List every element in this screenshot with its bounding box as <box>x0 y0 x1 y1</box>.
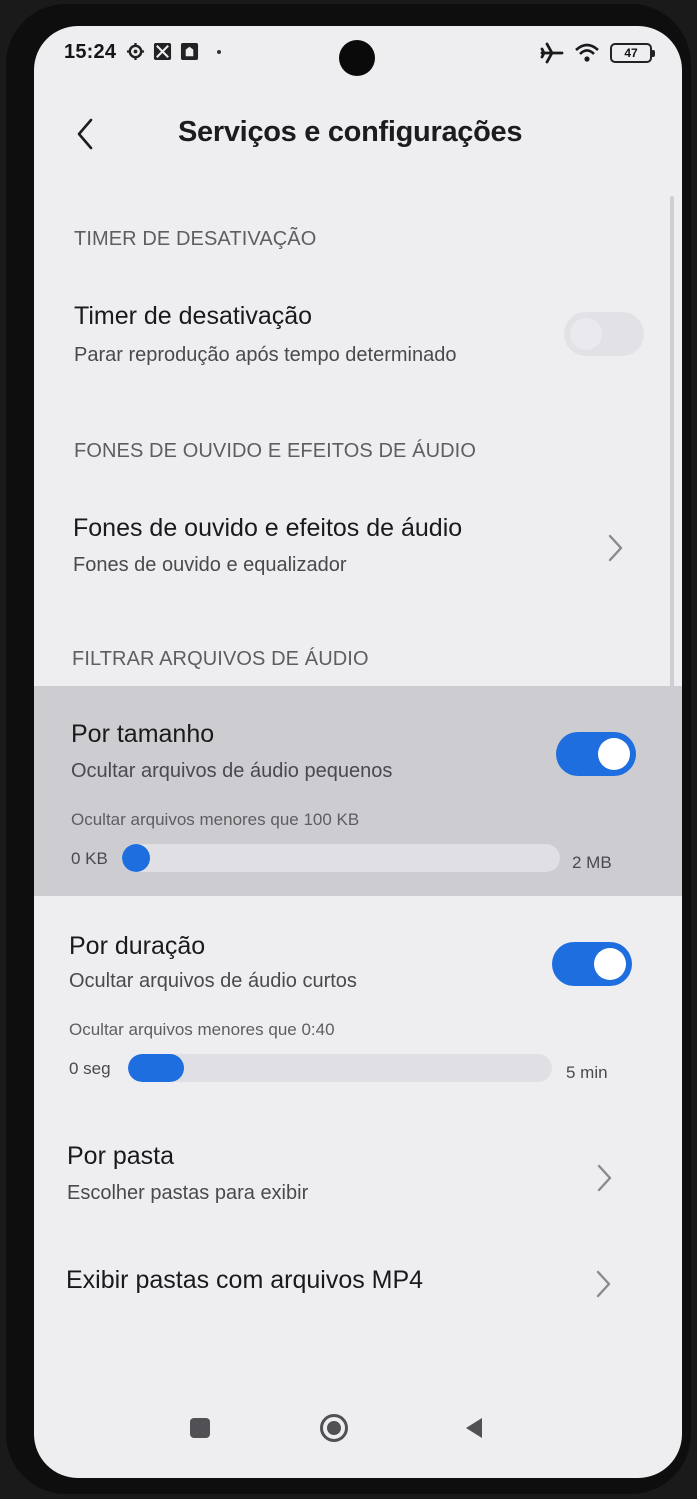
duration-filter-subtitle: Ocultar arquivos de áudio curtos <box>69 970 357 992</box>
status-icons-right: 47 <box>540 42 655 64</box>
toggle-knob <box>570 318 602 350</box>
page-title: Serviços e configurações <box>178 116 523 148</box>
size-slider-min-label: 0 KB <box>71 849 108 868</box>
more-notifications-dot-icon <box>217 49 221 54</box>
size-filter-toggle[interactable] <box>556 732 636 776</box>
duration-slider-fill <box>128 1054 185 1082</box>
headphones-row[interactable]: Fones de ouvido e efeitos de áudio Fones… <box>34 500 682 600</box>
timer-subtitle: Parar reprodução após tempo determinado <box>74 344 457 366</box>
home-circle-icon <box>320 1414 348 1442</box>
app-notification-icon-2 <box>180 42 199 61</box>
airplane-mode-icon <box>540 42 564 64</box>
size-filter-row[interactable]: Por tamanho Ocultar arquivos de áudio pe… <box>34 706 682 806</box>
battery-icon: 47 <box>610 43 655 63</box>
timer-row[interactable]: Timer de desativação Parar reprodução ap… <box>34 288 682 388</box>
app-notification-icon <box>153 42 172 61</box>
duration-filter-row[interactable]: Por duração Ocultar arquivos de áudio cu… <box>34 918 682 1018</box>
chevron-right-icon <box>597 1164 612 1192</box>
duration-filter-title: Por duração <box>69 932 206 960</box>
app-header: Serviços e configurações <box>34 86 682 186</box>
back-triangle-icon <box>466 1418 482 1438</box>
size-slider-max-label: 2 MB <box>572 853 612 872</box>
settings-gear-icon <box>126 42 145 61</box>
status-bar: 15:24 47 <box>34 26 682 86</box>
chevron-right-icon <box>596 1270 611 1298</box>
system-navigation-bar <box>34 1388 682 1478</box>
scrollbar[interactable] <box>670 196 674 766</box>
folder-filter-title: Por pasta <box>67 1142 175 1170</box>
back-arrow-icon <box>77 118 93 150</box>
folder-filter-subtitle: Escolher pastas para exibir <box>67 1182 309 1204</box>
mp4-folders-row[interactable]: Exibir pastas com arquivos MP4 <box>34 1248 682 1318</box>
timer-toggle[interactable] <box>564 312 644 356</box>
headphones-title: Fones de ouvido e efeitos de áudio <box>73 514 463 542</box>
section-header-headphones: FONES DE OUVIDO E EFEITOS DE ÁUDIO <box>74 440 476 462</box>
duration-slider-max-label: 5 min <box>566 1063 608 1082</box>
back-button[interactable] <box>70 112 100 156</box>
toggle-knob <box>594 948 626 980</box>
toggle-knob <box>598 738 630 770</box>
wifi-icon <box>575 43 599 62</box>
status-time: 15:24 <box>64 41 117 63</box>
section-header-filter: FILTRAR ARQUIVOS DE ÁUDIO <box>72 648 369 670</box>
duration-slider-min-label: 0 seg <box>69 1059 111 1078</box>
timer-title: Timer de desativação <box>74 302 313 330</box>
phone-frame: 15:24 47 Serviços e configurações TIMER … <box>6 4 691 1494</box>
chevron-right-icon <box>608 534 623 562</box>
home-dot <box>327 1421 341 1435</box>
duration-slider-caption: Ocultar arquivos menores que 0:40 <box>69 1020 335 1039</box>
status-icons-left <box>126 42 221 61</box>
screen: 15:24 47 Serviços e configurações TIMER … <box>34 26 682 1478</box>
duration-filter-toggle[interactable] <box>552 942 632 986</box>
size-filter-title: Por tamanho <box>71 720 215 748</box>
size-slider[interactable] <box>122 844 560 872</box>
size-slider-caption: Ocultar arquivos menores que 100 KB <box>71 810 360 829</box>
recents-button[interactable] <box>180 1408 220 1448</box>
system-back-button[interactable] <box>454 1408 494 1448</box>
section-header-timer: TIMER DE DESATIVAÇÃO <box>74 228 317 250</box>
duration-slider[interactable] <box>128 1054 552 1082</box>
folder-filter-row[interactable]: Por pasta Escolher pastas para exibir <box>34 1130 682 1220</box>
front-camera <box>339 40 375 76</box>
mp4-folders-title: Exibir pastas com arquivos MP4 <box>66 1266 424 1294</box>
battery-level: 47 <box>624 46 638 60</box>
size-filter-subtitle: Ocultar arquivos de áudio pequenos <box>71 760 393 782</box>
size-slider-fill <box>122 844 150 872</box>
home-button[interactable] <box>314 1408 354 1448</box>
recents-square-icon <box>190 1418 210 1438</box>
headphones-subtitle: Fones de ouvido e equalizador <box>73 554 347 576</box>
